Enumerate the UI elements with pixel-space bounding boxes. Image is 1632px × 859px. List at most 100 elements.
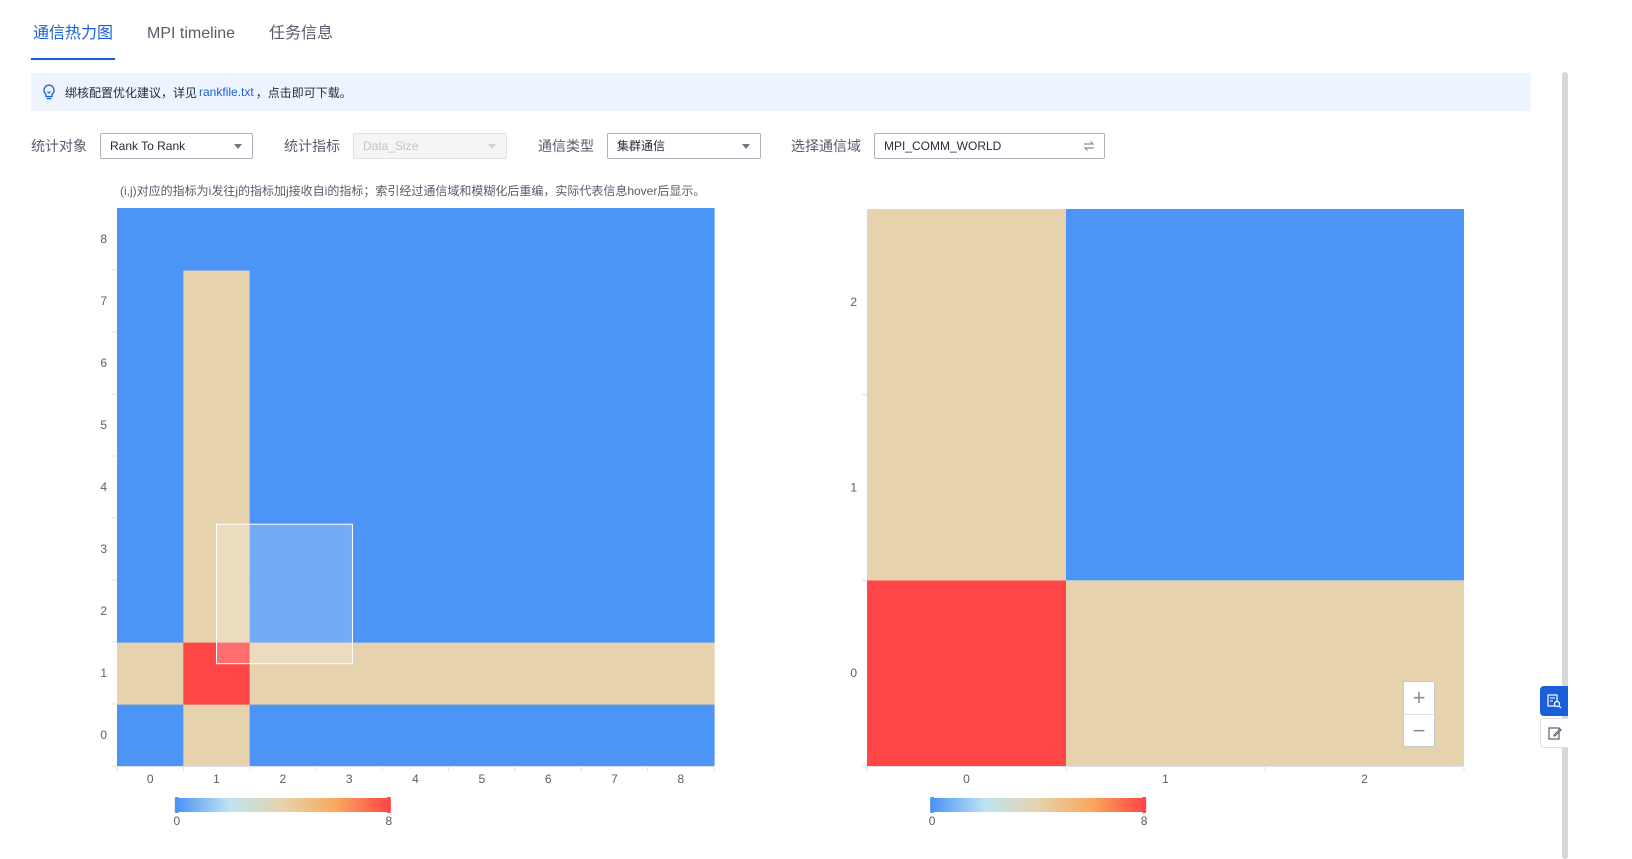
- metric-select: Data_Size: [353, 133, 507, 159]
- heatmap-cell: [515, 642, 582, 705]
- chart2-x-tick-label: 1: [1162, 772, 1169, 786]
- heatmap-rank-to-rank[interactable]: 0 1 2 3 4 5 6 7 8 0 1 2 3 4 5 6 7 8 0 8: [90, 200, 730, 830]
- heatmap-cell: [117, 332, 184, 395]
- heatmap-cell: [867, 580, 1066, 766]
- heatmap-cell: [515, 704, 582, 767]
- heatmap-cell: [448, 518, 516, 581]
- tip-bar: 绑核配置优化建议，详见 rankfile.txt ，点击即可下载。: [31, 73, 1531, 111]
- chart1-visual-map-max-label: 8: [385, 814, 392, 828]
- heatmap-cell: [117, 642, 184, 705]
- refresh-icon[interactable]: [1082, 139, 1096, 153]
- chart1-x-tick-label: 0: [147, 772, 154, 786]
- chevron-down-icon: [742, 144, 750, 149]
- object-select-value: Rank To Rank: [110, 139, 186, 153]
- heatmap-cell: [249, 394, 317, 457]
- comm-type-select-value: 集群通信: [617, 139, 666, 153]
- heatmap-cell: [183, 208, 251, 271]
- heatmap-cell: [647, 208, 715, 271]
- chart2-y-tick-label: 2: [850, 295, 857, 309]
- tab-heatmap[interactable]: 通信热力图: [31, 20, 116, 60]
- side-edit-button[interactable]: [1540, 718, 1568, 748]
- heatmap-cell: [448, 394, 516, 457]
- side-search-button[interactable]: [1540, 686, 1568, 716]
- object-select[interactable]: Rank To Rank: [100, 133, 253, 159]
- heatmap-cell: [647, 456, 715, 519]
- heatmap-cell: [581, 456, 649, 519]
- heatmap-cell: [515, 332, 582, 395]
- chart2-visual-map-handle-max: [1142, 797, 1147, 813]
- chart1-y-tick-label: 8: [100, 232, 107, 246]
- chart1-x-tick-label: 4: [412, 772, 419, 786]
- chart2-x-tick-label: 2: [1361, 772, 1368, 786]
- tab-task-info[interactable]: 任务信息: [267, 20, 335, 54]
- heatmap-communicator[interactable]: 0 1 2 0 1 2 0 8: [840, 200, 1480, 830]
- heatmap-cell: [581, 580, 649, 643]
- domain-select-value: MPI_COMM_WORLD: [884, 139, 1002, 153]
- heatmap-cell: [581, 704, 649, 767]
- heatmap-cell: [647, 394, 715, 457]
- heatmap-cell: [647, 642, 715, 705]
- heatmap-cell: [448, 456, 516, 519]
- chart1-x-tick-label: 5: [478, 772, 485, 786]
- tip-suffix: ，点击即可下载。: [255, 85, 352, 100]
- heatmap-cell: [647, 580, 715, 643]
- heatmap-cell: [316, 394, 383, 457]
- chart1-y-tick-label: 7: [100, 294, 107, 308]
- heatmap-cell: [183, 270, 251, 333]
- heatmap-cell: [382, 518, 450, 581]
- heatmap-cell: [581, 208, 649, 271]
- comm-type-label: 通信类型: [538, 138, 594, 154]
- heatmap-cell: [448, 208, 516, 271]
- domain-select[interactable]: MPI_COMM_WORLD: [874, 133, 1105, 159]
- chart1-x-tick-label: 2: [279, 772, 286, 786]
- heatmap-cell: [249, 270, 317, 333]
- metric-select-value: Data_Size: [363, 139, 419, 153]
- heatmap-cell: [515, 270, 582, 333]
- heatmap-cell: [117, 704, 184, 767]
- heatmap-cell: [316, 704, 383, 767]
- heatmap-cell: [183, 332, 251, 395]
- edit-icon: [1547, 727, 1562, 740]
- chart2-visual-map-min-label: 0: [929, 814, 936, 828]
- heatmap-cell: [249, 208, 317, 271]
- zoom-in-button[interactable]: +: [1404, 682, 1434, 714]
- heatmap-cell: [448, 642, 516, 705]
- heatmap-cell: [1066, 209, 1464, 581]
- heatmap-cell: [581, 332, 649, 395]
- heatmap-cell: [647, 518, 715, 581]
- heatmap-cell: [117, 456, 184, 519]
- heatmap-cell: [117, 518, 184, 581]
- doc-search-icon: [1547, 694, 1562, 709]
- metric-label: 统计指标: [284, 138, 340, 154]
- chart1-y-tick-label: 6: [100, 356, 107, 370]
- chart2-visual-map-handle-min: [930, 797, 935, 813]
- chart2-x-tick-label: 0: [963, 772, 970, 786]
- tab-mpi-timeline[interactable]: MPI timeline: [145, 20, 237, 54]
- chart2-y-tick-label: 0: [850, 666, 857, 680]
- heatmap-cell: [382, 580, 450, 643]
- heatmap-cell: [448, 704, 516, 767]
- heatmap-cell: [515, 394, 582, 457]
- chart1-visual-map-handle-min: [174, 797, 179, 813]
- comm-type-select[interactable]: 集群通信: [607, 133, 761, 159]
- brush-selection-box: [216, 523, 353, 665]
- chart1-y-tick-label: 5: [100, 418, 107, 432]
- rankfile-link[interactable]: rankfile.txt: [199, 85, 254, 99]
- lightbulb-icon: [41, 83, 57, 101]
- heatmap-cell: [316, 456, 383, 519]
- heatmap-cell: [117, 580, 184, 643]
- heatmap-cell: [867, 209, 1066, 581]
- chart1-y-tick-label: 1: [100, 666, 107, 680]
- zoom-out-button[interactable]: −: [1404, 714, 1434, 747]
- chart1-visual-map-min-label: 0: [173, 814, 180, 828]
- chart1-y-tick-label: 4: [100, 480, 107, 494]
- heatmap-cell: [382, 208, 450, 271]
- heatmap-cell: [117, 394, 184, 457]
- chart1-x-tick-label: 6: [545, 772, 552, 786]
- heatmap-cell: [183, 456, 251, 519]
- heatmap-cell: [316, 270, 383, 333]
- heatmap-cell: [581, 518, 649, 581]
- heatmap-cell: [448, 270, 516, 333]
- heatmap-cell: [249, 456, 317, 519]
- chart1-x-tick-label: 7: [611, 772, 618, 786]
